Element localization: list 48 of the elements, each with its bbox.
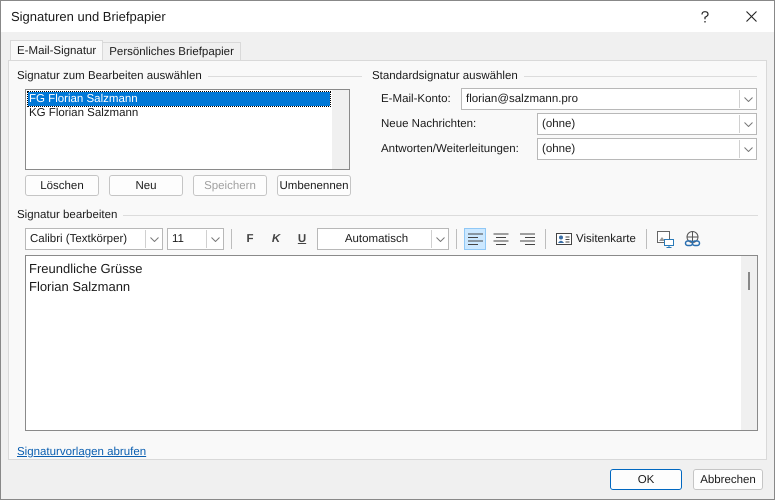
field-label: E-Mail-Konto: bbox=[381, 93, 452, 105]
templates-link[interactable]: Signaturvorlagen abrufen bbox=[17, 446, 146, 458]
scrollbar-thumb[interactable] bbox=[748, 272, 750, 290]
action-button[interactable]: Neu bbox=[109, 175, 183, 196]
signature-list[interactable]: FG Florian Salzmann KG Florian Salzmann bbox=[25, 89, 350, 170]
action-button[interactable]: Umbenennen bbox=[277, 175, 351, 196]
italic-button[interactable]: K bbox=[265, 228, 287, 250]
underline-button[interactable]: U bbox=[291, 228, 313, 250]
size-dropdown[interactable]: 11 bbox=[167, 228, 224, 250]
dropdown-caret-icon[interactable] bbox=[431, 230, 448, 248]
align-left-icon bbox=[467, 232, 483, 246]
tab[interactable]: Persönliches Briefpapier bbox=[102, 42, 241, 60]
window-title: Signaturen und Briefpapier bbox=[11, 9, 167, 24]
list-item[interactable]: FG Florian Salzmann bbox=[28, 92, 330, 106]
list-item[interactable]: KG Florian Salzmann bbox=[28, 106, 330, 120]
align-right-icon bbox=[519, 232, 535, 246]
help-icon bbox=[701, 10, 709, 22]
group-heading: Signatur zum Bearbeiten auswählen bbox=[17, 70, 202, 82]
contact-card-icon bbox=[556, 233, 572, 245]
close-icon bbox=[746, 11, 756, 22]
dropdown-field[interactable]: florian@salzmann.pro bbox=[461, 88, 757, 110]
scrollbar-track[interactable] bbox=[332, 90, 349, 169]
action-button[interactable]: Löschen bbox=[25, 175, 99, 196]
color-dropdown[interactable]: Automatisch bbox=[317, 228, 449, 250]
field-label: Antworten/Weiterleitungen: bbox=[381, 143, 520, 155]
dropdown-caret-icon[interactable] bbox=[145, 230, 162, 248]
signature-text: Freundliche Grüsse bbox=[29, 260, 144, 278]
globe-link-icon bbox=[684, 230, 701, 248]
dialog-button[interactable]: OK bbox=[610, 469, 682, 490]
font-dropdown[interactable]: Calibri (Textkörper) bbox=[25, 228, 163, 250]
field-label: Neue Nachrichten: bbox=[381, 118, 478, 130]
dropdown-caret-icon[interactable] bbox=[739, 115, 756, 133]
dialog-button[interactable]: Abbrechen bbox=[693, 469, 763, 490]
align-center-icon bbox=[493, 232, 509, 246]
bold-button[interactable]: F bbox=[239, 228, 261, 250]
tab[interactable]: E-Mail-Signatur bbox=[10, 40, 104, 60]
align-button[interactable] bbox=[464, 228, 486, 250]
business-card-button[interactable]: Visitenkarte bbox=[553, 228, 639, 250]
dropdown-field[interactable]: (ohne) bbox=[537, 113, 757, 135]
group-heading: Signatur bearbeiten bbox=[17, 209, 118, 221]
picture-monitor-icon bbox=[656, 230, 674, 248]
group-heading: Standardsignatur auswählen bbox=[372, 70, 518, 82]
signature-editor[interactable]: Freundliche Grüsse Florian Salzmann bbox=[25, 255, 758, 431]
dropdown-caret-icon[interactable] bbox=[739, 90, 756, 108]
dropdown-caret-icon[interactable] bbox=[739, 140, 756, 158]
dropdown-caret-icon[interactable] bbox=[206, 230, 223, 248]
dropdown-field[interactable]: (ohne) bbox=[537, 138, 757, 160]
signature-text: Florian Salzmann bbox=[29, 278, 132, 296]
